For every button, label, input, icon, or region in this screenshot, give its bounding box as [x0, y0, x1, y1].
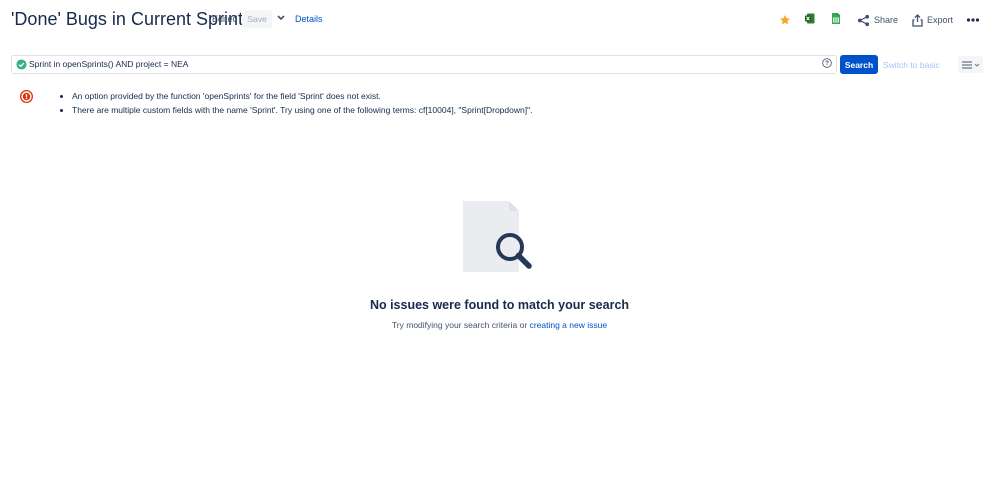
error-list: An option provided by the function 'open…: [60, 89, 532, 117]
list-view-icon: [961, 60, 972, 69]
save-button[interactable]: Save: [242, 10, 272, 28]
empty-state-subtitle: Try modifying your search criteria or cr…: [0, 320, 999, 330]
share-button[interactable]: Share: [857, 13, 898, 27]
export-label: Export: [927, 15, 954, 25]
details-link[interactable]: Details: [295, 14, 323, 24]
error-icon: [20, 90, 33, 103]
more-icon[interactable]: [966, 13, 980, 27]
jql-search-input[interactable]: Sprint in openSprints() AND project = NE…: [11, 55, 837, 74]
error-message: An option provided by the function 'open…: [72, 89, 532, 103]
error-message: There are multiple custom fields with th…: [72, 103, 532, 117]
page-title: 'Done' Bugs in Current Sprint: [11, 9, 243, 29]
chevron-down-icon[interactable]: [276, 13, 286, 23]
export-icon: [912, 13, 923, 27]
share-icon: [857, 14, 870, 26]
svg-text:?: ?: [825, 60, 829, 67]
jql-query-text: Sprint in openSprints() AND project = NE…: [29, 59, 189, 69]
chevron-down-icon: [974, 63, 979, 67]
search-button[interactable]: Search: [840, 55, 878, 74]
no-results-illustration: [463, 201, 532, 272]
google-sheets-icon[interactable]: [831, 13, 841, 24]
empty-state-title: No issues were found to match your searc…: [369, 298, 630, 312]
check-circle-icon: [16, 59, 27, 70]
export-button[interactable]: Export: [912, 13, 953, 27]
help-icon[interactable]: ?: [822, 58, 832, 68]
excel-icon[interactable]: [805, 13, 815, 24]
edited-label: Edited: [212, 14, 238, 24]
switch-to-basic-link[interactable]: Switch to basic: [883, 60, 940, 70]
empty-state-text: Try modifying your search criteria or: [391, 320, 528, 330]
share-label: Share: [874, 15, 899, 25]
view-options-button[interactable]: [958, 56, 983, 73]
create-issue-link[interactable]: creating a new issue: [530, 320, 608, 330]
star-icon[interactable]: [779, 14, 791, 26]
